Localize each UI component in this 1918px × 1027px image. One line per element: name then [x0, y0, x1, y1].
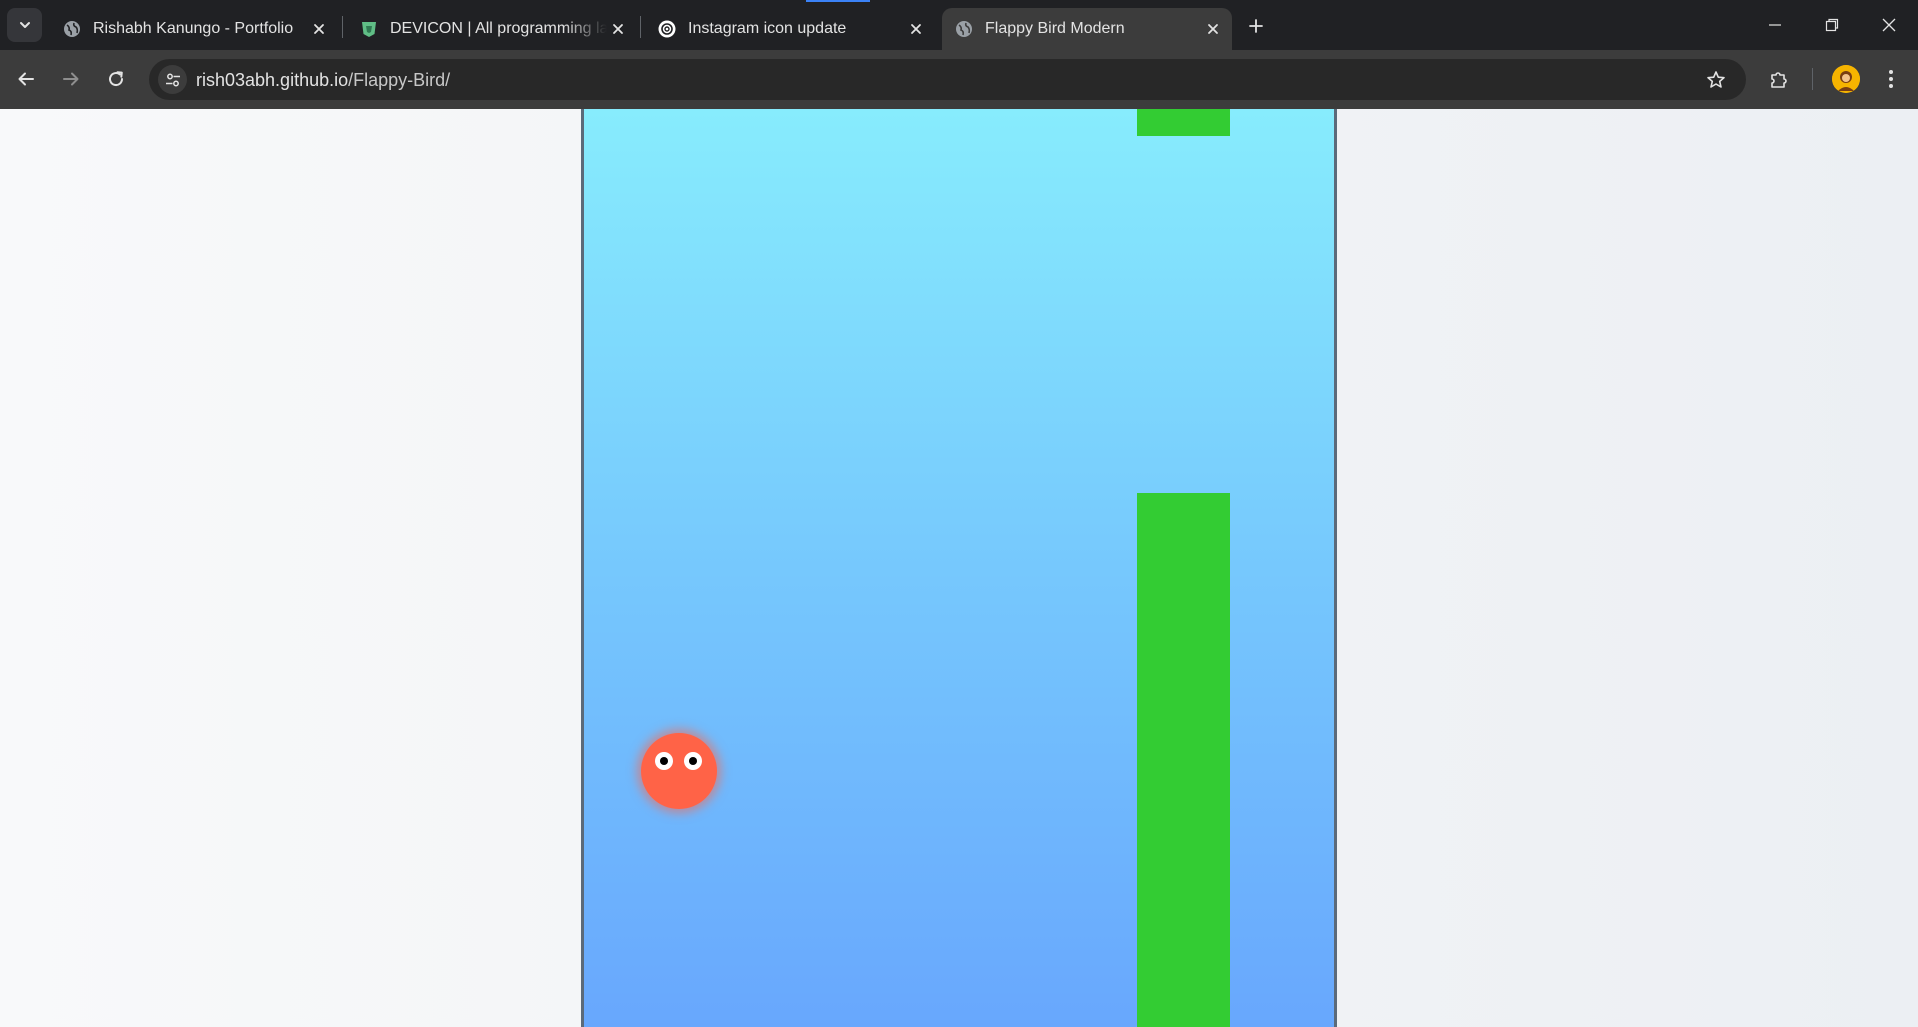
tab-flappy-bird[interactable]: Flappy Bird Modern	[942, 8, 1232, 50]
devicon-shield-icon	[359, 20, 378, 39]
arrow-left-icon	[18, 72, 34, 86]
restore-icon	[1825, 18, 1839, 32]
plus-icon	[1249, 19, 1263, 33]
close-icon[interactable]	[905, 18, 927, 40]
openai-icon	[657, 20, 676, 39]
minimize-icon	[1769, 24, 1781, 26]
forward-button[interactable]	[54, 62, 88, 96]
chrome-menu-button[interactable]	[1878, 62, 1904, 96]
bookmark-star-button[interactable]	[1704, 68, 1728, 92]
restore-button[interactable]	[1809, 6, 1855, 44]
tab-title: Rishabh Kanungo - Portfolio	[93, 20, 294, 37]
puzzle-icon	[1771, 72, 1787, 88]
bird-left-eye	[655, 752, 673, 770]
url-text[interactable]: rish03abh.github.io/Flappy-Bird/	[196, 70, 450, 91]
tab-divider	[640, 16, 641, 38]
arrow-right-icon	[63, 72, 79, 86]
url-path: /Flappy-Bird/	[348, 70, 451, 90]
bird-pupil	[689, 757, 697, 765]
chevron-down-icon	[19, 22, 30, 28]
tab-title: DEVICON | All programming lan	[390, 20, 607, 37]
back-button[interactable]	[9, 62, 43, 96]
extensions-button[interactable]	[1762, 62, 1796, 96]
site-info-button[interactable]	[158, 65, 187, 94]
kebab-menu-icon	[1889, 70, 1893, 88]
pipe-bottom	[1137, 493, 1230, 1027]
bird-pupil	[660, 757, 668, 765]
page-viewport	[0, 109, 1918, 1027]
star-icon	[1707, 71, 1725, 88]
tab-devicon[interactable]: DEVICON | All programming lan	[347, 8, 637, 50]
bird	[641, 733, 717, 809]
pipe-top	[1137, 109, 1230, 136]
globe-icon	[954, 20, 973, 39]
tab-title: Flappy Bird Modern	[985, 20, 1125, 37]
close-icon[interactable]	[1202, 18, 1224, 40]
browser-toolbar: rish03abh.github.io/Flappy-Bird/	[0, 50, 1918, 109]
tab-search-button[interactable]	[7, 8, 42, 42]
reload-icon	[109, 71, 124, 87]
globe-icon	[62, 20, 81, 39]
tab-title: Instagram icon update	[688, 20, 847, 37]
bird-right-eye	[684, 752, 702, 770]
url-host: rish03abh.github.io	[196, 70, 349, 90]
tab-strip: Rishabh Kanungo - Portfolio DEVICON | Al…	[0, 0, 1918, 50]
tab-divider	[342, 16, 343, 38]
loading-indicator	[806, 0, 870, 2]
new-tab-button[interactable]	[1242, 12, 1270, 40]
tune-icon	[165, 73, 180, 86]
close-icon[interactable]	[308, 18, 330, 40]
game-canvas[interactable]	[581, 109, 1337, 1027]
minimize-button[interactable]	[1752, 6, 1798, 44]
avatar-icon	[1832, 65, 1860, 93]
tab-portfolio[interactable]: Rishabh Kanungo - Portfolio	[50, 8, 338, 50]
window-close-button[interactable]	[1866, 6, 1912, 44]
tab-instagram-icon-update[interactable]: Instagram icon update	[645, 8, 935, 50]
close-icon	[1882, 18, 1896, 32]
address-bar[interactable]: rish03abh.github.io/Flappy-Bird/	[149, 59, 1746, 100]
profile-avatar[interactable]	[1832, 65, 1860, 93]
toolbar-divider	[1812, 68, 1813, 90]
close-icon[interactable]	[607, 18, 629, 40]
reload-button[interactable]	[99, 62, 133, 96]
